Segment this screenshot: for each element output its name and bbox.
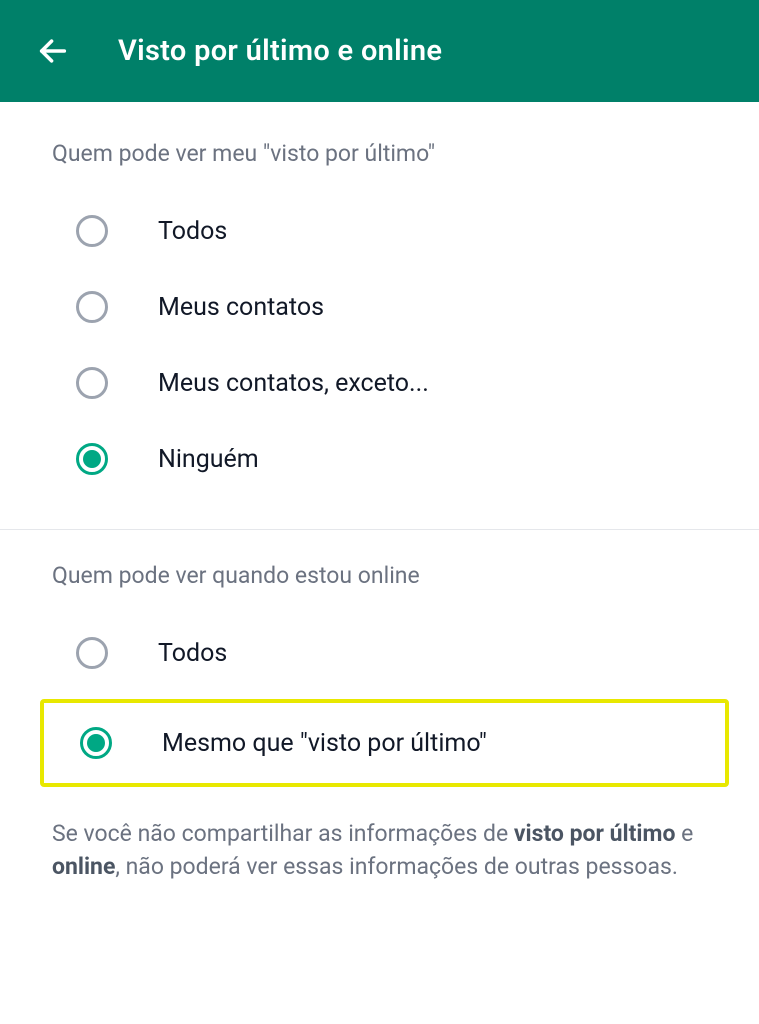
footer-mid: e [675, 820, 693, 847]
footer-bold-1: visto por último [514, 820, 676, 847]
radio-icon-selected [76, 443, 108, 475]
section-divider [0, 529, 759, 530]
back-icon[interactable] [36, 34, 70, 68]
radio-label: Mesmo que "visto por último" [162, 729, 487, 758]
radio-label: Meus contatos, exceto... [158, 369, 429, 398]
radio-label: Meus contatos [158, 293, 324, 322]
radio-icon-selected [80, 727, 112, 759]
radio-option-same-as-last-seen[interactable]: Mesmo que "visto por último" [80, 717, 725, 769]
radio-option-nobody[interactable]: Ninguém [76, 421, 707, 497]
radio-icon [76, 637, 108, 669]
footer-suffix: , não poderá ver essas informações de ou… [115, 853, 678, 880]
content-area: Quem pode ver meu "visto por último" Tod… [0, 102, 759, 884]
radio-label: Todos [158, 639, 227, 668]
footer-prefix: Se você não compartilhar as informações … [52, 820, 514, 847]
page-title: Visto por último e online [118, 34, 442, 68]
section-title-last-seen: Quem pode ver meu "visto por último" [0, 140, 759, 167]
radio-option-everyone[interactable]: Todos [76, 193, 707, 269]
radio-group-online: Todos [0, 615, 759, 699]
radio-label: Todos [158, 217, 227, 246]
radio-option-contacts[interactable]: Meus contatos [76, 269, 707, 345]
radio-option-contacts-except[interactable]: Meus contatos, exceto... [76, 345, 707, 421]
radio-label: Ninguém [158, 445, 259, 474]
footer-info-text: Se você não compartilhar as informações … [0, 817, 759, 884]
radio-icon [76, 215, 108, 247]
app-header: Visto por último e online [0, 0, 759, 102]
radio-group-last-seen: Todos Meus contatos Meus contatos, excet… [0, 193, 759, 497]
radio-icon [76, 291, 108, 323]
radio-icon [76, 367, 108, 399]
radio-option-online-everyone[interactable]: Todos [76, 615, 707, 691]
section-title-online: Quem pode ver quando estou online [0, 562, 759, 589]
footer-bold-2: online [52, 853, 115, 880]
highlighted-option: Mesmo que "visto por último" [40, 699, 729, 787]
section-online: Quem pode ver quando estou online Todos … [0, 562, 759, 787]
